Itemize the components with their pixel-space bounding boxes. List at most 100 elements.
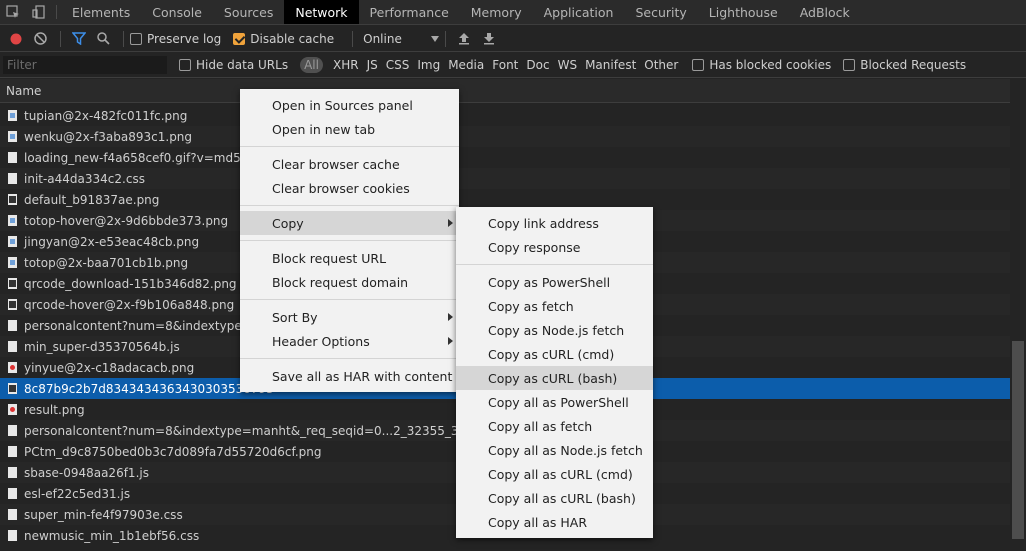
menu-block-url[interactable]: Block request URL — [240, 246, 459, 270]
filter-type-doc[interactable]: Doc — [522, 57, 553, 73]
preserve-log-checkbox[interactable]: Preserve log — [130, 32, 221, 46]
filter-icon[interactable] — [67, 29, 90, 49]
request-name: super_min-fe4f97903e.css — [24, 507, 183, 522]
request-row[interactable]: tupian@2x-482fc011fc.png — [0, 105, 1010, 126]
image-file-icon — [8, 131, 17, 142]
request-name: 8c87b9c2b7d8343434363430303530793 — [24, 381, 274, 396]
copy-as-nodejs-fetch[interactable]: Copy as Node.js fetch — [456, 318, 653, 342]
menu-sort-by[interactable]: Sort By — [240, 305, 459, 329]
disable-cache-box[interactable] — [233, 32, 246, 45]
disable-cache-checkbox[interactable]: Disable cache — [233, 32, 334, 46]
menu-open-in-new-tab[interactable]: Open in new tab — [240, 117, 459, 141]
copy-all-as-fetch[interactable]: Copy all as fetch — [456, 414, 653, 438]
tab-application[interactable]: Application — [533, 0, 625, 24]
filter-type-img[interactable]: Img — [413, 57, 444, 73]
request-name: esl-ef22c5ed31.js — [24, 486, 131, 501]
copy-link-address[interactable]: Copy link address — [456, 211, 653, 235]
filter-type-ws[interactable]: WS — [554, 57, 581, 73]
column-header-name[interactable]: Name — [0, 79, 1010, 103]
menu-clear-cache[interactable]: Clear browser cache — [240, 152, 459, 176]
menu-separator — [240, 240, 459, 241]
request-name: personalcontent?num=8&indextype=ma — [24, 318, 271, 333]
preserve-log-box[interactable] — [130, 32, 142, 45]
request-row[interactable]: loading_new-f4a658cef0.gif?v=md5 — [0, 147, 1010, 168]
throttling-select[interactable]: Online — [363, 31, 440, 46]
has-blocked-cookies-box[interactable] — [692, 59, 705, 71]
copy-as-powershell[interactable]: Copy as PowerShell — [456, 270, 653, 294]
preserve-log-label: Preserve log — [147, 31, 222, 46]
menu-separator — [240, 358, 459, 359]
tab-memory[interactable]: Memory — [460, 0, 533, 24]
dropdown-arrow-icon — [431, 35, 440, 42]
menu-block-domain[interactable]: Block request domain — [240, 270, 459, 294]
tab-performance[interactable]: Performance — [359, 0, 460, 24]
copy-as-curl-cmd[interactable]: Copy as cURL (cmd) — [456, 342, 653, 366]
tab-adblock[interactable]: AdBlock — [789, 0, 861, 24]
copy-all-as-curl-cmd[interactable]: Copy all as cURL (cmd) — [456, 462, 653, 486]
request-row[interactable]: init-a44da334c2.css — [0, 168, 1010, 189]
throttling-value: Online — [363, 31, 402, 46]
filter-type-all[interactable]: All — [300, 57, 323, 73]
menu-save-har[interactable]: Save all as HAR with content — [240, 364, 459, 388]
filter-type-font[interactable]: Font — [488, 57, 522, 73]
tab-console[interactable]: Console — [141, 0, 213, 24]
copy-all-as-nodejs-fetch[interactable]: Copy all as Node.js fetch — [456, 438, 653, 462]
hide-data-urls-label: Hide data URLs — [196, 58, 289, 72]
column-header-label: Name — [6, 83, 42, 98]
request-name: min_super-d35370564b.js — [24, 339, 180, 354]
copy-response[interactable]: Copy response — [456, 235, 653, 259]
clear-icon[interactable] — [29, 29, 52, 49]
tab-elements[interactable]: Elements — [61, 0, 141, 24]
tab-network[interactable]: Network — [284, 0, 359, 24]
devtools-tab-bar: Elements Console Sources Network Perform… — [0, 0, 1026, 25]
filter-type-manifest[interactable]: Manifest — [581, 57, 640, 73]
image-file-icon — [8, 236, 17, 247]
tab-separator — [56, 5, 57, 19]
submenu-arrow-icon — [448, 337, 453, 345]
device-toolbar-icon[interactable] — [26, 0, 52, 24]
request-name: result.png — [24, 402, 85, 417]
filter-bar: Hide data URLs All XHR JS CSS Img Media … — [0, 53, 1026, 78]
has-blocked-cookies-checkbox[interactable]: Has blocked cookies — [692, 58, 831, 72]
request-row[interactable]: wenku@2x-f3aba893c1.png — [0, 126, 1010, 147]
menu-header-options[interactable]: Header Options — [240, 329, 459, 353]
inspect-element-icon[interactable] — [0, 0, 26, 24]
image-file-icon — [8, 215, 17, 226]
copy-all-as-powershell[interactable]: Copy all as PowerShell — [456, 390, 653, 414]
copy-as-fetch[interactable]: Copy as fetch — [456, 294, 653, 318]
hide-data-urls-checkbox[interactable]: Hide data URLs — [179, 58, 288, 72]
request-name: PCtm_d9c8750bed0b3c7d089fa7d55720d6cf.pn… — [24, 444, 322, 459]
filter-input[interactable] — [3, 56, 167, 74]
blocked-requests-label: Blocked Requests — [860, 58, 967, 72]
menu-clear-cookies[interactable]: Clear browser cookies — [240, 176, 459, 200]
menu-open-in-sources[interactable]: Open in Sources panel — [240, 93, 459, 117]
copy-all-as-har[interactable]: Copy all as HAR — [456, 510, 653, 534]
menu-copy[interactable]: Copy — [240, 211, 459, 235]
menu-sort-by-label: Sort By — [272, 309, 318, 325]
menu-header-options-label: Header Options — [272, 333, 370, 349]
filter-type-xhr[interactable]: XHR — [329, 57, 363, 73]
vertical-scrollbar[interactable] — [1010, 79, 1026, 551]
request-name: init-a44da334c2.css — [24, 171, 145, 186]
scrollbar-thumb[interactable] — [1012, 341, 1024, 539]
tab-sources[interactable]: Sources — [213, 0, 284, 24]
copy-as-curl-bash[interactable]: Copy as cURL (bash) — [456, 366, 653, 390]
network-toolbar: Preserve log Disable cache Online — [0, 26, 1026, 52]
search-icon[interactable] — [92, 29, 115, 49]
copy-all-as-curl-bash[interactable]: Copy all as cURL (bash) — [456, 486, 653, 510]
file-icon — [8, 488, 17, 499]
blocked-requests-box[interactable] — [843, 59, 856, 71]
export-har-icon[interactable] — [477, 29, 500, 49]
toolbar-divider — [60, 30, 61, 47]
import-har-icon[interactable] — [452, 29, 475, 49]
filter-type-other[interactable]: Other — [640, 57, 682, 73]
tab-lighthouse[interactable]: Lighthouse — [698, 0, 789, 24]
tab-security[interactable]: Security — [624, 0, 697, 24]
record-icon[interactable] — [4, 29, 27, 49]
hide-data-urls-box[interactable] — [179, 59, 191, 71]
filter-type-media[interactable]: Media — [444, 57, 488, 73]
menu-separator — [456, 264, 653, 265]
filter-type-css[interactable]: CSS — [382, 57, 414, 73]
blocked-requests-checkbox[interactable]: Blocked Requests — [843, 58, 966, 72]
filter-type-js[interactable]: JS — [363, 57, 382, 73]
